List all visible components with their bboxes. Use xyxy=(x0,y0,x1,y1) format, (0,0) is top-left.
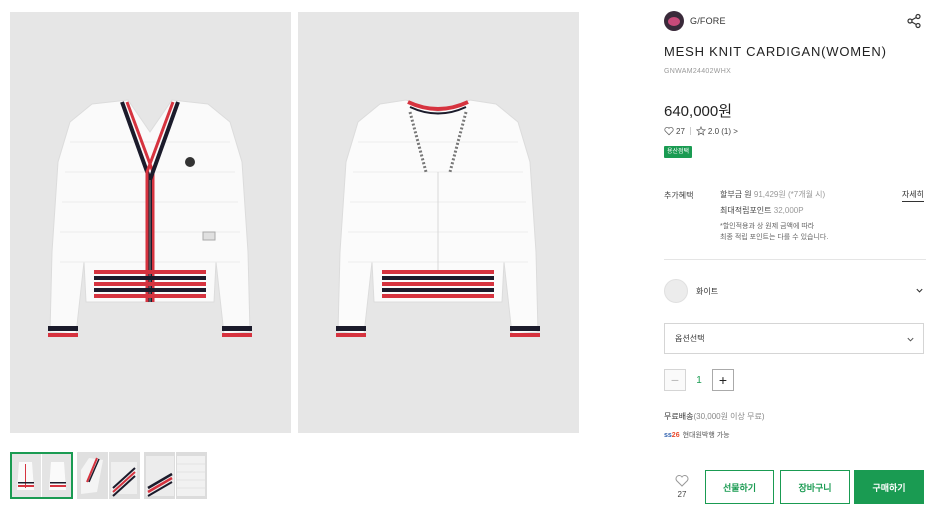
cardigan-back-illustration xyxy=(336,99,540,337)
color-option-row[interactable]: 화이트 xyxy=(664,278,926,304)
return-logo: ss26 xyxy=(664,432,680,439)
like-count: 27 xyxy=(676,126,685,136)
share-icon[interactable] xyxy=(906,13,922,29)
product-price: 640,000원 xyxy=(664,103,733,120)
return-text: 현대원박행 가능 xyxy=(682,432,730,439)
product-image-front[interactable] xyxy=(10,12,291,433)
rating-value: 2.0 xyxy=(707,126,720,136)
thumbnail-2[interactable] xyxy=(77,452,140,499)
thumbnail-1[interactable] xyxy=(10,452,73,499)
points-line: 최대적립포인트 32,000P xyxy=(720,205,900,216)
star-icon xyxy=(695,126,706,136)
chevron-down-icon xyxy=(907,337,914,342)
points-value: 32,000P xyxy=(773,206,804,215)
installment-prefix: 할부금 원 xyxy=(720,190,752,199)
points-note: *할인적용과 상 원제 금액에 따라 최종 적립 포인트는 다를 수 있습니다. xyxy=(720,221,900,243)
gift-button[interactable]: 선물하기 xyxy=(705,470,774,504)
option-select[interactable]: 옵션선택 xyxy=(664,323,924,354)
return-info: ss26 현대원박행 가능 xyxy=(664,430,730,440)
store-badge: 용산점택 xyxy=(664,146,693,158)
chevron-down-icon[interactable] xyxy=(915,286,924,295)
points-label: 최대적립포인트 xyxy=(720,206,772,215)
points-note-line-1: *할인적용과 상 원제 금액에 따라 xyxy=(720,223,815,230)
thumbnail-2-image xyxy=(77,452,140,499)
benefit-label: 추가혜택 xyxy=(664,191,694,200)
meta-separator xyxy=(689,127,691,135)
heart-icon[interactable] xyxy=(664,126,674,136)
thumbnail-3[interactable] xyxy=(144,452,207,499)
cardigan-front-illustration xyxy=(48,99,252,337)
color-name: 화이트 xyxy=(696,286,719,296)
return-logo-a: ss xyxy=(664,431,672,439)
shipping-label: 무료배송 xyxy=(664,412,694,421)
rating-link[interactable]: 2.0 (1) > xyxy=(708,127,738,136)
brand-logo[interactable] xyxy=(664,11,684,31)
product-title: MESH KNIT CARDIGAN(WOMEN) xyxy=(664,44,887,59)
product-info-panel: G/FORE MESH KNIT CARDIGAN(WOMEN) GNWAM24… xyxy=(664,0,926,515)
benefit-details: 할부금 원 91,429원 (*7개월 시) 최대적립포인트 32,000P *… xyxy=(720,189,900,243)
quantity-decrease-button[interactable]: − xyxy=(664,369,686,391)
thumbnail-strip xyxy=(10,452,207,499)
benefit-more-link[interactable]: 자세히 xyxy=(901,189,924,202)
thumbnail-1-image xyxy=(10,452,73,499)
quantity-stepper: − 1 + xyxy=(664,369,734,391)
return-logo-b: 26 xyxy=(671,431,680,439)
heart-icon xyxy=(675,475,689,487)
add-to-cart-button[interactable]: 장바구니 xyxy=(780,470,850,504)
product-image-back[interactable] xyxy=(298,12,579,433)
thumbnail-3-image xyxy=(144,452,207,499)
quantity-value[interactable]: 1 xyxy=(686,375,712,386)
buy-now-button[interactable]: 구매하기 xyxy=(854,470,924,504)
shipping-condition: (30,000원 이상 무료) xyxy=(693,412,765,421)
shipping-info: 무료배송(30,000원 이상 무료) xyxy=(664,411,765,422)
review-count: (1) xyxy=(721,126,732,136)
installment-line: 할부금 원 91,429원 (*7개월 시) xyxy=(720,189,900,200)
color-swatch-white[interactable] xyxy=(664,279,688,303)
installment-suffix: (*7개월 시) xyxy=(787,190,826,199)
option-select-placeholder: 옵션선택 xyxy=(675,334,705,343)
rating-arrow: > xyxy=(733,126,738,136)
quantity-increase-button[interactable]: + xyxy=(712,369,734,391)
wishlist-button[interactable]: 27 xyxy=(672,474,692,499)
product-code: GNWAM24402WHX xyxy=(664,68,732,75)
points-note-line-2: 최종 적립 포인트는 다를 수 있습니다. xyxy=(720,234,829,241)
section-divider xyxy=(664,259,926,260)
like-rating-row: 27 2.0 (1) > xyxy=(664,126,738,136)
brand-row[interactable]: G/FORE xyxy=(664,11,926,31)
wishlist-count: 27 xyxy=(677,490,687,499)
installment-value: 91,429원 xyxy=(753,190,786,199)
brand-name[interactable]: G/FORE xyxy=(690,16,726,26)
